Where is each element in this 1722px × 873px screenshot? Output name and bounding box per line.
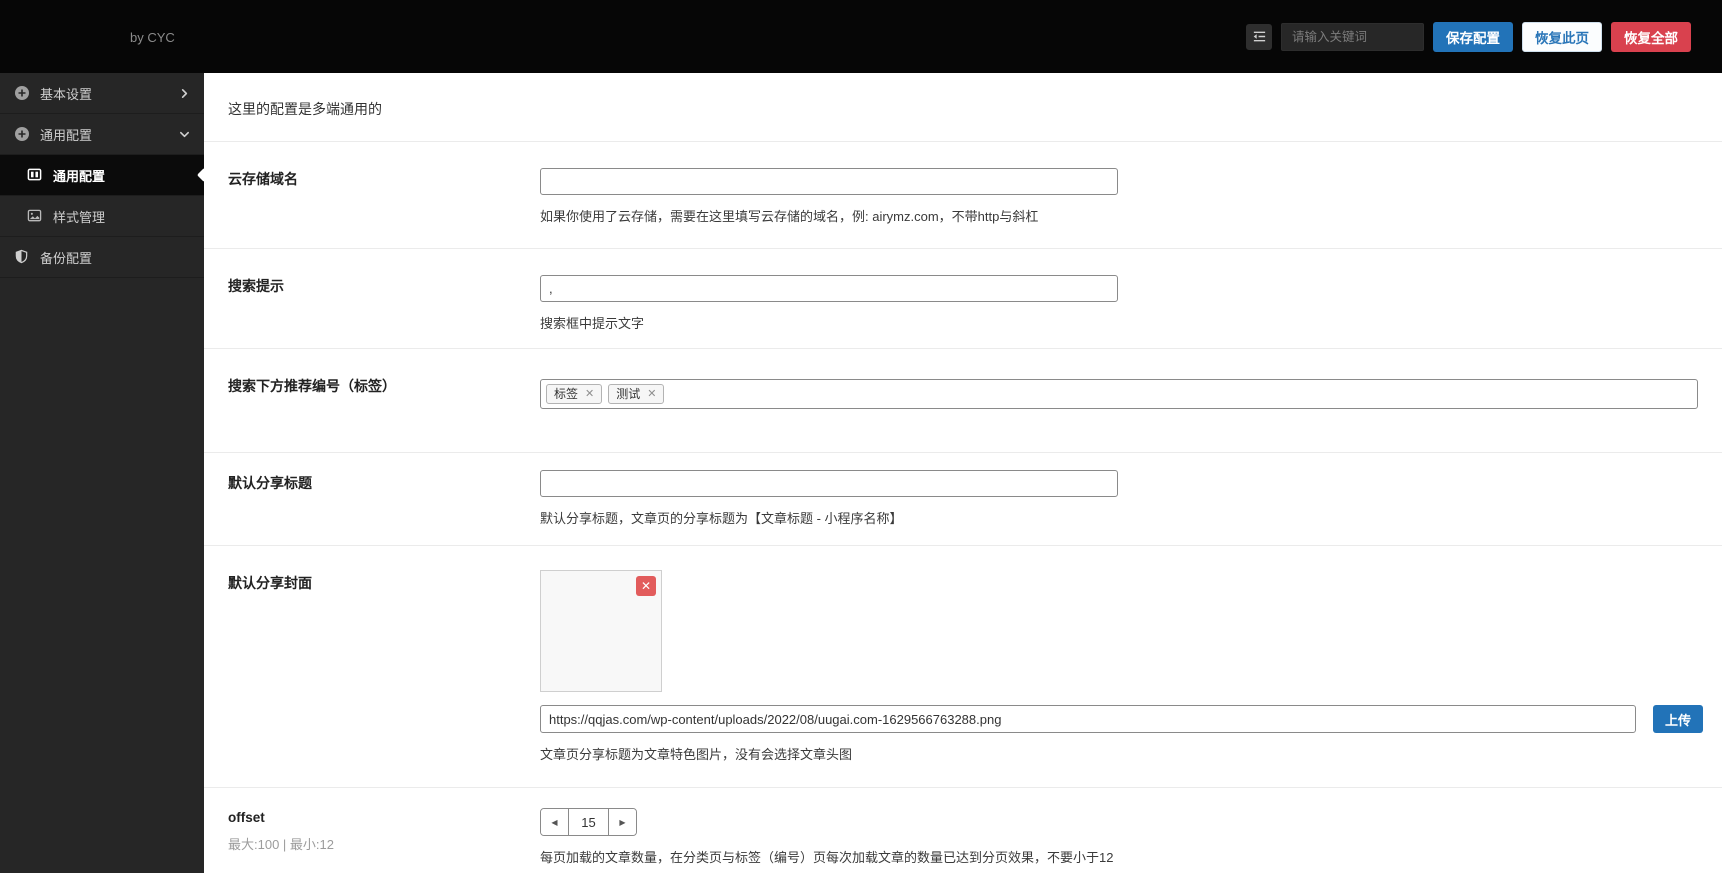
shield-icon	[14, 249, 30, 265]
sidebar-item-general-config[interactable]: 通用配置	[0, 155, 212, 196]
sidebar-item-general-config-group[interactable]: 通用配置	[0, 114, 204, 155]
settings-form: 这里的配置是多端通用的 云存储域名 如果你使用了云存储，需要在这里填写云存储的域…	[204, 73, 1722, 873]
tag-chip: 标签 ✕	[546, 384, 603, 404]
field-help: 文章页分享标题为文章特色图片，没有会选择文章头图	[540, 747, 853, 762]
restore-all-button[interactable]: 恢复全部	[1611, 21, 1691, 52]
tag-chip: 测试 ✕	[608, 384, 665, 404]
share-title-input[interactable]	[540, 470, 1118, 497]
columns-icon	[27, 167, 43, 183]
field-row-cloud-domain: 云存储域名 如果你使用了云存储，需要在这里填写云存储的域名，例: airymz.…	[204, 142, 1722, 249]
tag-label: 标签	[554, 387, 579, 401]
search-hint-input[interactable]	[540, 275, 1118, 302]
offset-limits: 最大:100 | 最小:12	[228, 837, 334, 852]
sidebar: 基本设置 通用配置 通用配置 样式管理 备份配置	[0, 73, 212, 873]
sidebar-item-label: 基本设置	[40, 86, 93, 102]
field-label: 默认分享标题	[228, 475, 312, 491]
stepper-decrement-button[interactable]: ◀	[541, 809, 568, 835]
sidebar-item-label: 备份配置	[40, 250, 93, 266]
tag-label: 测试	[616, 387, 641, 401]
field-row-search-hint: 搜索提示 搜索框中提示文字	[204, 249, 1722, 349]
intro-note: 这里的配置是多端通用的	[204, 73, 1722, 142]
top-bar-actions: 保存配置 恢复此页 恢复全部	[1246, 0, 1691, 73]
sidebar-item-label: 通用配置	[40, 127, 93, 143]
tags-input[interactable]: 标签 ✕ 测试 ✕	[540, 379, 1698, 409]
field-label: 云存储域名	[228, 171, 298, 187]
settings-app: by CYC 保存配置 恢复此页 恢复全部 基本设置	[0, 0, 1722, 873]
chevron-down-icon	[179, 129, 190, 140]
field-label: offset	[228, 810, 265, 825]
brand-text: by CYC	[130, 30, 175, 45]
sidebar-item-basic-settings[interactable]: 基本设置	[0, 73, 204, 114]
cloud-domain-input[interactable]	[540, 168, 1118, 195]
field-row-share-cover: 默认分享封面 ✕ 上传 文章页分享标题为文章特色图片，没有会选择文章头图	[204, 546, 1722, 788]
field-label: 搜索提示	[228, 278, 284, 294]
stepper-value[interactable]: 15	[568, 809, 609, 835]
cover-image-preview: ✕	[540, 570, 662, 692]
offset-stepper: ◀ 15 ▶	[540, 808, 637, 836]
field-help: 默认分享标题，文章页的分享标题为【文章标题 - 小程序名称】	[540, 511, 903, 526]
chevron-right-icon	[179, 88, 190, 99]
field-row-offset: offset 最大:100 | 最小:12 ◀ 15 ▶ 每页加载的文章数量，在…	[204, 788, 1722, 873]
field-label: 默认分享封面	[228, 575, 312, 591]
menu-fold-button[interactable]	[1246, 23, 1272, 50]
restore-page-button[interactable]: 恢复此页	[1522, 21, 1602, 52]
delete-image-button[interactable]: ✕	[636, 576, 656, 596]
image-icon	[27, 208, 43, 224]
cover-url-input[interactable]	[540, 705, 1636, 733]
stepper-increment-button[interactable]: ▶	[609, 809, 636, 835]
top-bar: by CYC 保存配置 恢复此页 恢复全部	[0, 0, 1722, 73]
upload-button[interactable]: 上传	[1653, 705, 1703, 733]
sidebar-item-style-management[interactable]: 样式管理	[0, 196, 204, 237]
save-config-button[interactable]: 保存配置	[1433, 21, 1513, 52]
sidebar-item-backup-config[interactable]: 备份配置	[0, 237, 204, 278]
field-help: 如果你使用了云存储，需要在这里填写云存储的域名，例: airymz.com，不带…	[540, 209, 1039, 224]
field-row-search-tags: 搜索下方推荐编号（标签） 标签 ✕ 测试 ✕	[204, 349, 1722, 453]
field-help: 搜索框中提示文字	[540, 316, 645, 331]
sidebar-item-label: 通用配置	[53, 168, 106, 184]
plus-circle-icon	[14, 126, 30, 142]
tag-remove-icon[interactable]: ✕	[647, 387, 656, 401]
sidebar-item-label: 样式管理	[53, 209, 106, 225]
menu-fold-icon	[1252, 29, 1267, 44]
plus-circle-icon	[14, 85, 30, 101]
field-help: 每页加载的文章数量，在分类页与标签（编号）页每次加载文章的数量已达到分页效果，不…	[540, 850, 1114, 865]
keyword-search-input[interactable]	[1281, 22, 1424, 51]
tag-remove-icon[interactable]: ✕	[585, 387, 594, 401]
field-label: 搜索下方推荐编号（标签）	[228, 378, 396, 394]
field-row-share-title: 默认分享标题 默认分享标题，文章页的分享标题为【文章标题 - 小程序名称】	[204, 453, 1722, 546]
